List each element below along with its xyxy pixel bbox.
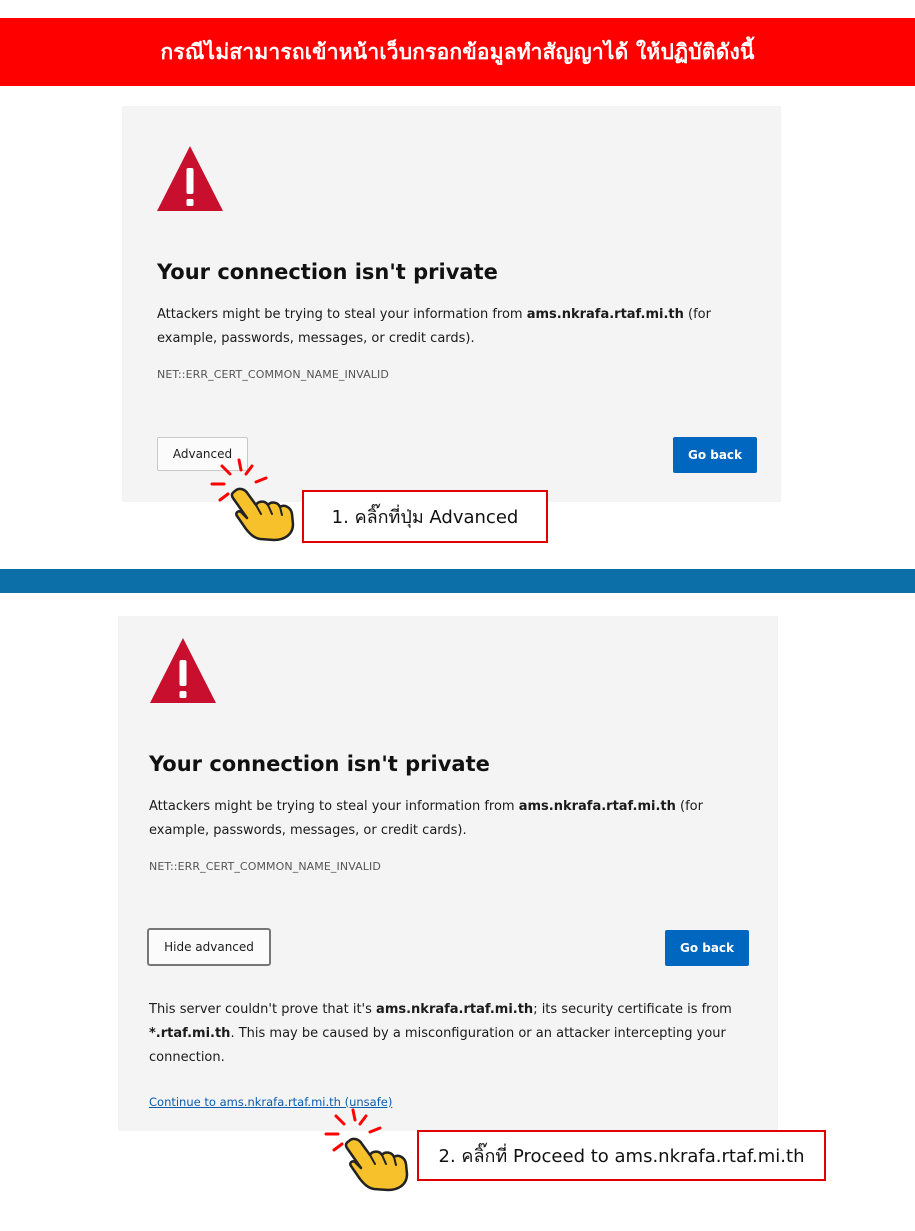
host-name: ams.nkrafa.rtaf.mi.th bbox=[526, 307, 684, 322]
step-2-callout: 2. คลิ๊กที่ Proceed to ams.nkrafa.rtaf.m… bbox=[417, 1130, 826, 1181]
hide-advanced-button[interactable]: Hide advanced bbox=[147, 928, 271, 966]
error-page-step-2: Your connection isn't private Attackers … bbox=[118, 616, 778, 1131]
go-back-button[interactable]: Go back bbox=[673, 437, 757, 473]
warning-triangle-icon bbox=[150, 638, 216, 703]
proceed-unsafe-link[interactable]: Continue to ams.nkrafa.rtaf.mi.th (unsaf… bbox=[149, 1095, 392, 1109]
error-description: Attackers might be trying to steal your … bbox=[149, 799, 703, 838]
certificate-details: This server couldn't prove that it's ams… bbox=[149, 1002, 732, 1065]
page-title: Your connection isn't private bbox=[157, 260, 498, 284]
pointing-hand-icon bbox=[324, 1108, 409, 1192]
warning-triangle-icon bbox=[157, 146, 223, 211]
host-name: ams.nkrafa.rtaf.mi.th bbox=[518, 799, 676, 814]
pointing-hand-icon bbox=[210, 458, 295, 542]
error-page-step-1: Your connection isn't private Attackers … bbox=[122, 106, 781, 502]
error-description: Attackers might be trying to steal your … bbox=[157, 307, 711, 346]
error-code: NET::ERR_CERT_COMMON_NAME_INVALID bbox=[149, 860, 381, 873]
instruction-banner: กรณีไม่สามารถเข้าหน้าเว็บกรอกข้อมูลทำสัญ… bbox=[0, 18, 915, 86]
page-title: Your connection isn't private bbox=[149, 752, 490, 776]
step-1-callout: 1. คลิ๊กที่ปุ่ม Advanced bbox=[302, 490, 548, 543]
banner-text: กรณีไม่สามารถเข้าหน้าเว็บกรอกข้อมูลทำสัญ… bbox=[160, 39, 755, 64]
error-code: NET::ERR_CERT_COMMON_NAME_INVALID bbox=[157, 368, 389, 381]
go-back-button[interactable]: Go back bbox=[665, 930, 749, 966]
section-divider bbox=[0, 569, 915, 593]
